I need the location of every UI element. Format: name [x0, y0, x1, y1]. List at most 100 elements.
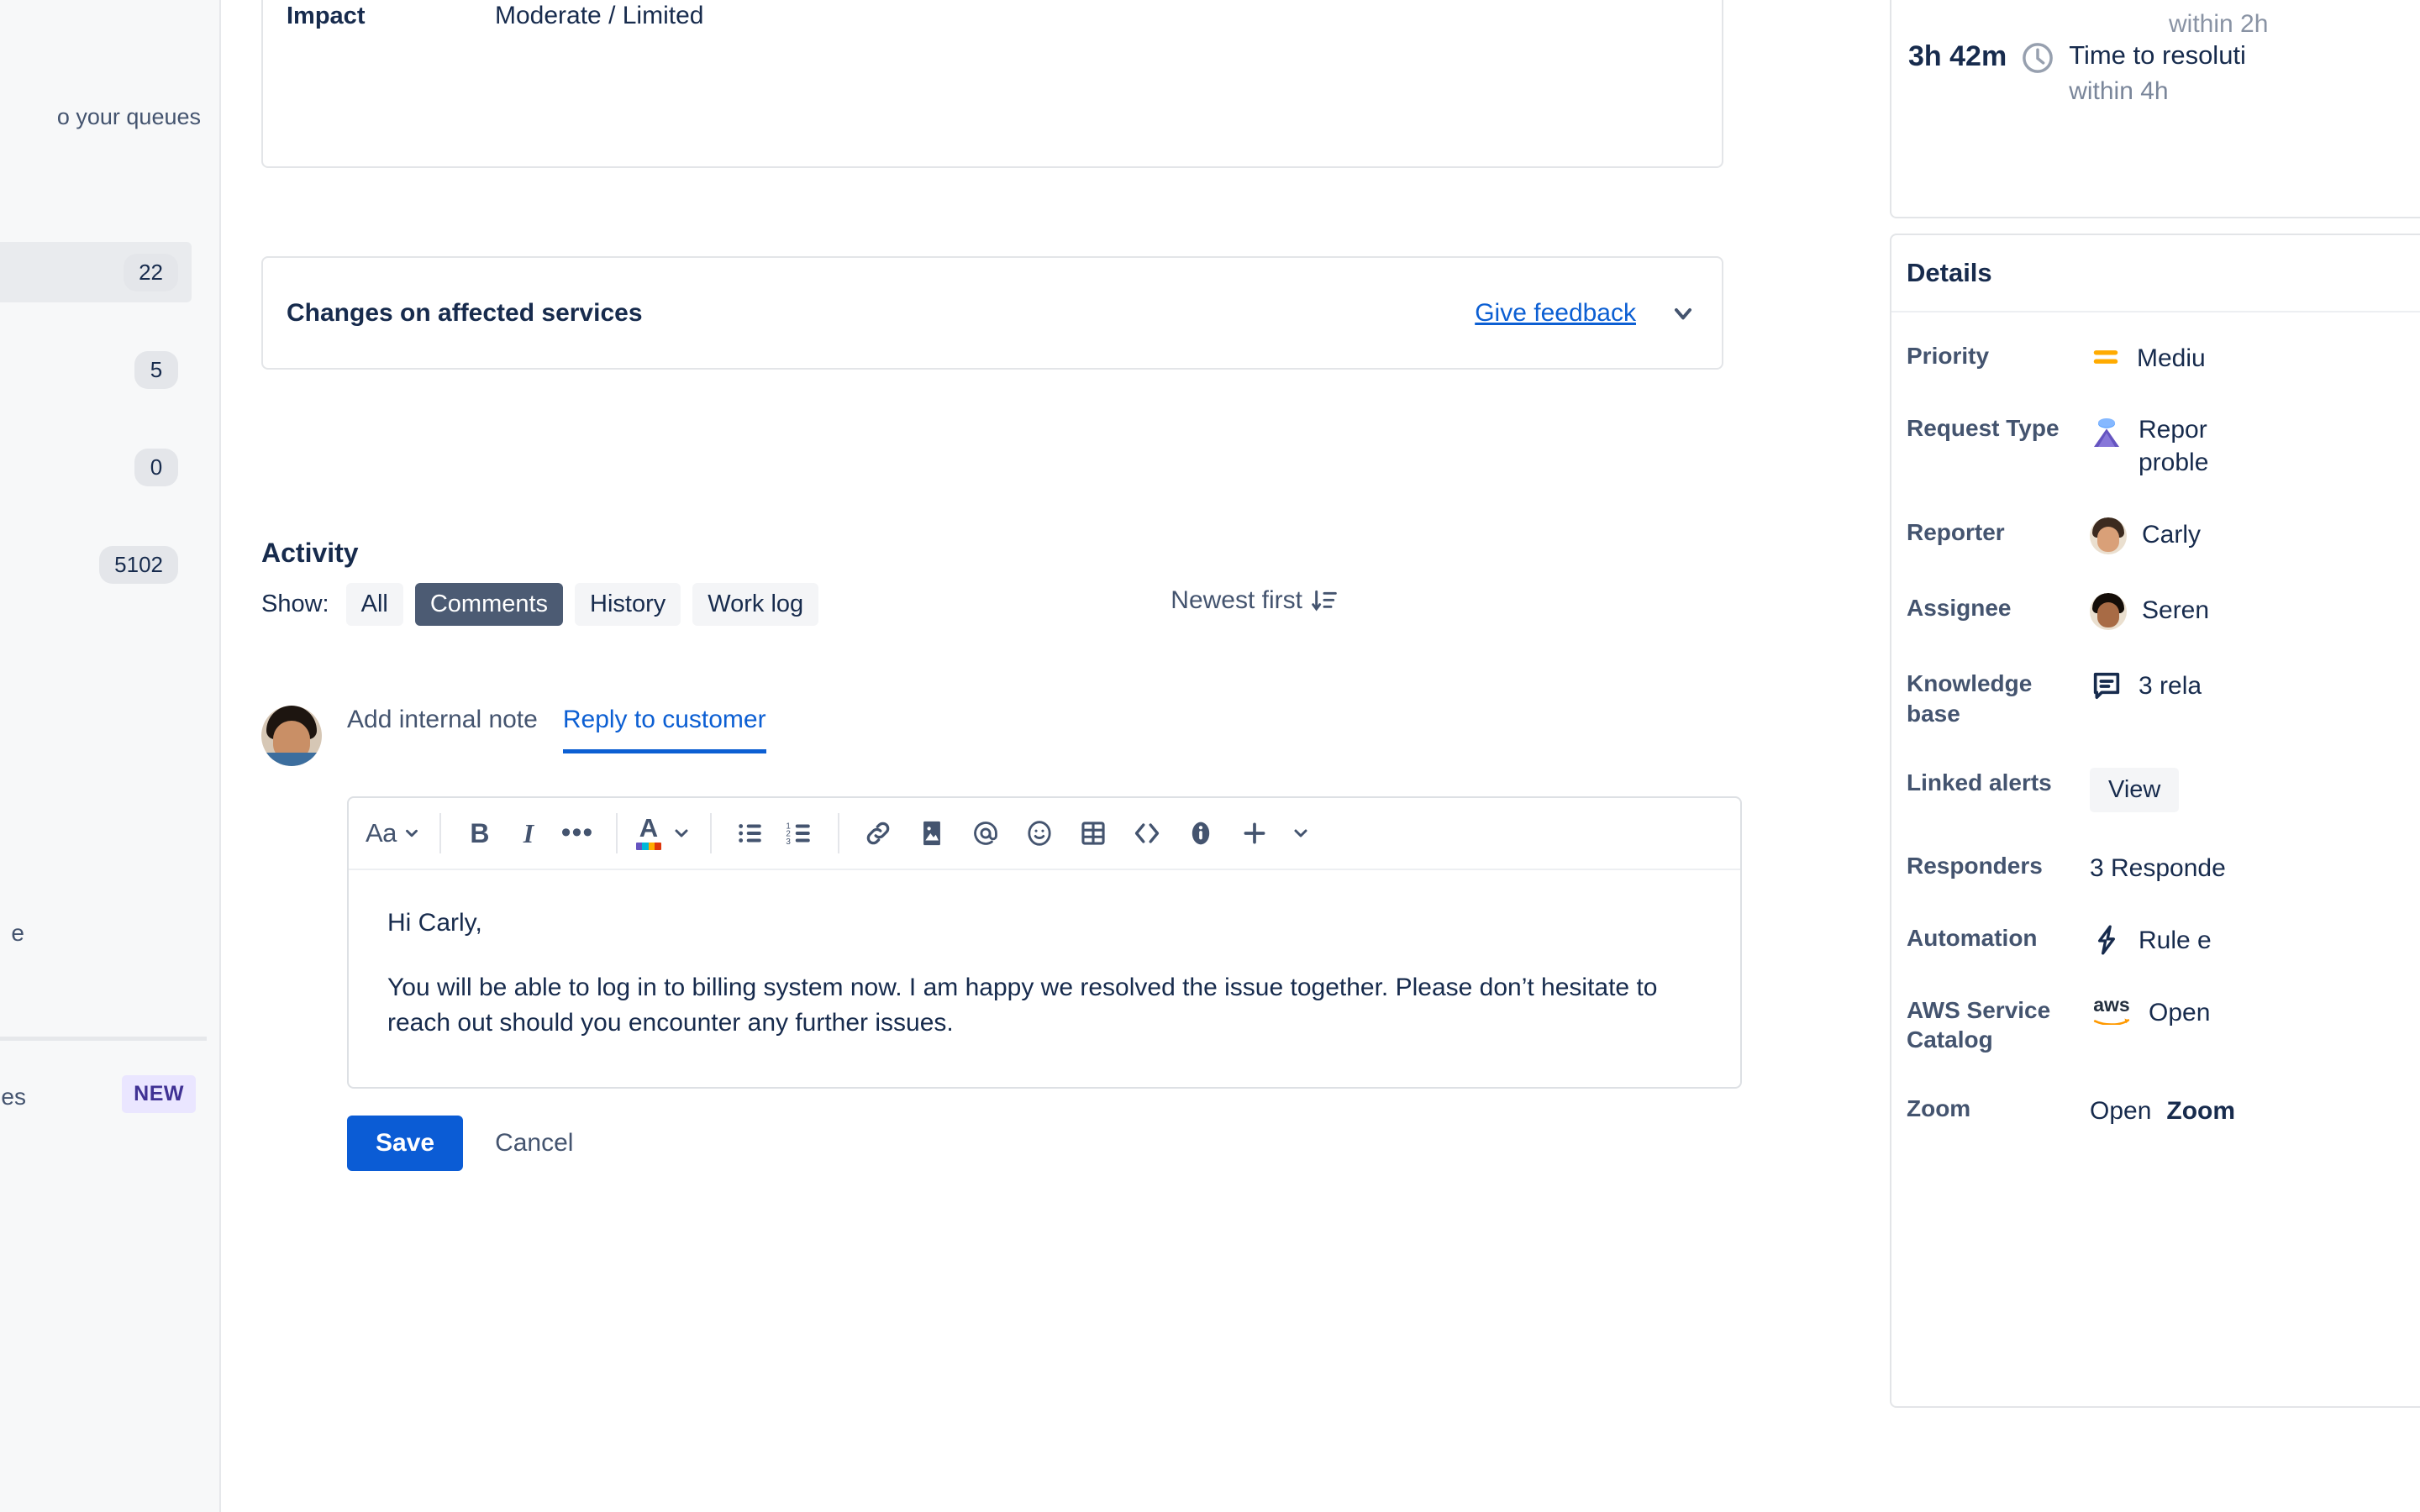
details-value-aws[interactable]: aws Open — [2090, 995, 2210, 1029]
text-style-button[interactable]: Aa — [366, 811, 421, 856]
mention-icon[interactable] — [965, 811, 1006, 856]
details-row-assignee: Assignee Seren — [1891, 593, 2420, 630]
details-value-priority[interactable]: Mediu — [2090, 341, 2206, 375]
editor-toolbar: Aa B I ••• A 1 2 3 — [349, 798, 1740, 870]
sort-descending-icon — [1311, 587, 1338, 614]
details-value-responders[interactable]: 3 Responde — [2090, 851, 2226, 885]
sidebar-badge-count: 0 — [134, 448, 178, 486]
color-swatch-bar — [635, 843, 661, 851]
code-icon[interactable] — [1127, 811, 1167, 856]
details-value-text: Carly — [2142, 521, 2202, 549]
composer-tabs: Add internal note Reply to customer — [347, 706, 1876, 753]
details-key: Zoom — [1907, 1095, 1971, 1122]
priority-medium-icon — [2090, 341, 2122, 373]
plus-icon[interactable] — [1234, 811, 1275, 856]
give-feedback-link[interactable]: Give feedback — [1475, 299, 1636, 328]
details-row-reporter: Reporter Carly — [1891, 517, 2420, 554]
bulleted-list-icon[interactable] — [730, 811, 771, 856]
details-value-text: Mediu — [2137, 344, 2206, 372]
tab-reply-to-customer[interactable]: Reply to customer — [562, 706, 766, 753]
italic-button[interactable]: I — [508, 811, 549, 856]
details-value-request-type[interactable]: Repor proble — [2090, 413, 2208, 479]
details-key: Automation — [1907, 924, 2038, 951]
changes-card-title: Changes on affected services — [287, 298, 643, 327]
italic-label: I — [523, 817, 534, 848]
sidebar-new-badge: NEW — [122, 1075, 196, 1113]
cancel-button[interactable]: Cancel — [480, 1116, 588, 1171]
activity-heading: Activity — [261, 538, 359, 568]
sidebar-item-queue-4[interactable]: 5102 — [0, 534, 192, 595]
details-title: Details — [1907, 258, 1992, 287]
chevron-down-icon[interactable] — [1670, 300, 1697, 327]
sidebar-item-queue-3[interactable]: 0 — [0, 437, 192, 497]
details-value-reporter[interactable]: Carly — [2090, 517, 2201, 554]
sidebar-badge-count: 22 — [124, 253, 178, 291]
details-card: Details Priority Mediu Request Type Repo… — [1890, 234, 2420, 1408]
details-value-text: Open — [2149, 998, 2211, 1026]
details-value-text: Rule e — [2139, 926, 2212, 954]
sort-order-button[interactable]: Newest first — [1171, 586, 1338, 615]
filter-all-button[interactable]: All — [345, 583, 403, 626]
show-label: Show: — [261, 591, 329, 617]
sla-card: within 2h 3h 42m Time to resoluti within… — [1890, 0, 2420, 218]
sidebar-item-queue-1[interactable]: 22 — [0, 242, 192, 302]
current-user-avatar — [261, 706, 322, 766]
details-value-text: Repor — [2139, 416, 2207, 444]
main-content: Impact Moderate / Limited Changes on aff… — [221, 0, 1876, 1512]
details-key: AWS Service Catalog — [1907, 996, 2051, 1053]
emoji-icon[interactable] — [1019, 811, 1060, 856]
filter-comments-button[interactable]: Comments — [414, 583, 564, 626]
chevron-down-icon[interactable] — [1288, 811, 1313, 856]
table-icon[interactable] — [1073, 811, 1113, 856]
details-row-responders: Responders 3 Responde — [1891, 851, 2420, 885]
text-color-label: A — [639, 812, 659, 843]
details-value-knowledge-base[interactable]: 3 rela — [2090, 669, 2202, 702]
left-sidebar: o your queues 22 5 0 5102 e es NEW — [0, 0, 221, 1512]
details-key: Request Type — [1907, 415, 2060, 441]
filter-history-button[interactable]: History — [575, 583, 681, 626]
details-row-knowledge-base: Knowledge base 3 rela — [1891, 669, 2420, 729]
details-row-aws-service-catalog: AWS Service Catalog aws Open — [1891, 995, 2420, 1056]
comment-paragraph: You will be able to log in to billing sy… — [387, 973, 1658, 1037]
filter-work-log-button[interactable]: Work log — [692, 583, 819, 626]
impact-value: Moderate / Limited — [495, 2, 704, 29]
view-linked-alerts-button[interactable]: View — [2090, 767, 2180, 812]
lightning-icon — [2090, 923, 2123, 957]
details-row-priority: Priority Mediu — [1891, 341, 2420, 375]
sidebar-badge-count: 5 — [134, 350, 178, 389]
details-row-zoom: Zoom Open Zoom — [1891, 1094, 2420, 1127]
sidebar-item-label-partial-1: e — [11, 920, 24, 946]
text-color-button[interactable]: A — [635, 811, 692, 856]
details-value-assignee[interactable]: Seren — [2090, 593, 2209, 630]
link-icon[interactable] — [858, 811, 898, 856]
tab-add-internal-note[interactable]: Add internal note — [347, 706, 538, 753]
details-key: Priority — [1907, 343, 1990, 369]
assignee-avatar — [2090, 593, 2127, 630]
details-value-text: Open — [2090, 1097, 2152, 1126]
sla-sublabel: within 4h — [2069, 77, 2169, 105]
changes-card-actions: Give feedback — [1475, 299, 1722, 328]
details-value-text-bold: Zoom — [2166, 1097, 2236, 1126]
more-label: ••• — [560, 816, 594, 849]
sla-row: 3h 42m Time to resoluti within 4h — [1908, 40, 2246, 106]
image-icon[interactable] — [912, 811, 952, 856]
details-value-zoom[interactable]: Open Zoom — [2090, 1094, 2235, 1127]
sidebar-item-queue-2[interactable]: 5 — [0, 339, 192, 400]
details-value-text: Seren — [2142, 596, 2210, 624]
more-formatting-button[interactable]: ••• — [557, 811, 597, 856]
details-value-automation[interactable]: Rule e — [2090, 923, 2212, 957]
svg-text:3: 3 — [786, 837, 791, 847]
numbered-list-icon[interactable]: 1 2 3 — [779, 811, 819, 856]
editor-content[interactable]: Hi Carly, You will be able to log in to … — [349, 870, 1740, 1087]
bold-button[interactable]: B — [460, 811, 500, 856]
sort-order-label: Newest first — [1171, 586, 1302, 614]
details-row-linked-alerts: Linked alerts View — [1891, 767, 2420, 812]
info-icon[interactable] — [1181, 811, 1221, 856]
details-key: Assignee — [1907, 595, 2012, 621]
details-key: Knowledge base — [1907, 670, 2033, 727]
details-key: Reporter — [1907, 519, 2005, 545]
details-value-text-2: proble — [2139, 449, 2209, 476]
save-button[interactable]: Save — [347, 1115, 464, 1171]
clock-icon — [2020, 40, 2055, 76]
sla-label: Time to resoluti — [2069, 40, 2246, 70]
